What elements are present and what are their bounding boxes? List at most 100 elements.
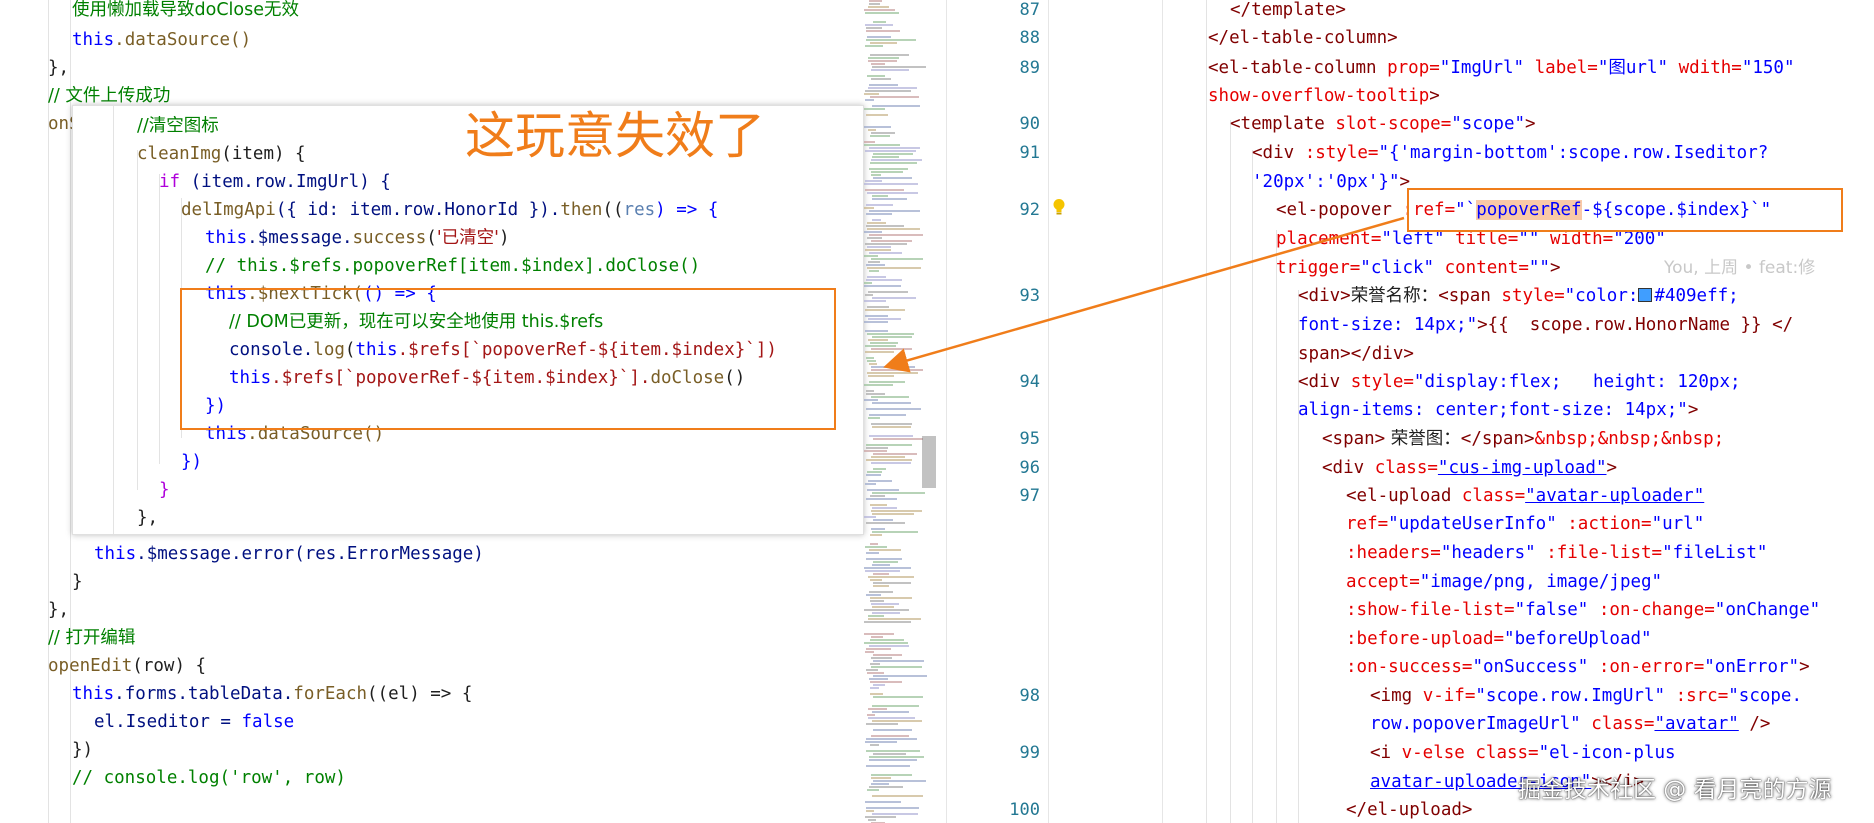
right-editor-pane[interactable]: </template> </el-table-column> <el-table…: [1190, 0, 1874, 823]
minimap-line: [867, 276, 886, 278]
line-number: 89: [1019, 58, 1040, 78]
line-number: 92: [1019, 200, 1040, 220]
minimap-line: [873, 675, 927, 677]
minimap-line: [868, 819, 876, 821]
minimap-line: [871, 528, 885, 530]
minimap-line: [868, 129, 876, 131]
minimap-line: [864, 282, 872, 284]
minimap-line: [865, 249, 891, 251]
code-line-honor-name: <div>荣誉名称：<span style="color: #409eff;: [1298, 286, 1739, 306]
minimap-line: [864, 144, 900, 146]
minimap-line: [868, 318, 901, 320]
minimap-line: [871, 603, 899, 605]
minimap-line: [869, 84, 898, 86]
minimap-line: [872, 219, 881, 221]
minimap-line: [864, 126, 891, 128]
line-number: 99: [1019, 743, 1040, 763]
minimap-line: [871, 78, 891, 80]
line-number: 96: [1019, 458, 1040, 478]
nexttick-highlight-box: [180, 288, 836, 430]
minimap-line: [866, 27, 882, 29]
minimap-line: [865, 546, 887, 548]
minimap-line: [866, 279, 902, 281]
minimap-line: [872, 336, 912, 338]
minimap-line: [865, 651, 874, 653]
minimap-line: [869, 678, 888, 680]
code-line: span></div>: [1298, 344, 1414, 364]
minimap-line: [868, 261, 880, 263]
code-comment-refs: // this.$refs.popoverRef[item.$index].do…: [205, 256, 701, 276]
minimap-line: [870, 495, 885, 497]
line-number: 91: [1019, 143, 1040, 163]
git-blame-annotation: You, 上周 • feat:修: [1664, 258, 1816, 278]
minimap-line: [872, 795, 923, 797]
minimap-line: [869, 3, 880, 5]
code-line: }: [159, 480, 170, 500]
minimap-line: [865, 816, 896, 818]
minimap-line: [873, 561, 898, 563]
minimap-line: [865, 180, 882, 182]
annotation-text: 这玩意失效了: [465, 107, 765, 165]
minimap-line: [865, 243, 907, 245]
minimap-line: [873, 696, 923, 698]
minimap-line: [871, 369, 923, 371]
minimap-line: [869, 786, 903, 788]
minimap-line: [866, 750, 920, 752]
minimap-line: [872, 198, 907, 200]
minimap-line: [868, 87, 917, 89]
minimap-line: [865, 309, 905, 311]
minimap[interactable]: [862, 0, 936, 823]
lightbulb-icon[interactable]: [1052, 198, 1066, 216]
minimap-line: [871, 258, 923, 260]
code-line: ref="updateUserInfo" :action="url": [1346, 514, 1705, 534]
minimap-line: [869, 0, 882, 2]
minimap-line: [865, 45, 883, 47]
minimap-line: [871, 774, 912, 776]
minimap-line: [865, 189, 904, 191]
color-swatch-icon: [1638, 288, 1653, 302]
minimap-line: [866, 498, 897, 500]
watermark: 掘金技术社区 @ 看月亮的方源: [1518, 777, 1832, 803]
minimap-line: [871, 69, 909, 71]
minimap-line: [873, 582, 911, 584]
minimap-line: [868, 615, 884, 617]
minimap-line: [871, 657, 892, 659]
line-number: 97: [1019, 486, 1040, 506]
minimap-line: [868, 480, 892, 482]
minimap-line: [868, 618, 921, 620]
minimap-viewport[interactable]: [922, 436, 936, 488]
minimap-line: [867, 489, 899, 491]
minimap-line: [871, 636, 883, 638]
minimap-line: [867, 267, 921, 269]
minimap-line: [870, 687, 879, 689]
minimap-line: [871, 348, 912, 350]
minimap-line: [869, 168, 908, 170]
minimap-line: [870, 681, 902, 683]
minimap-line: [872, 426, 911, 428]
line-number: 87: [1019, 0, 1040, 20]
minimap-line: [870, 54, 909, 56]
minimap-line: [866, 30, 900, 32]
minimap-line: [872, 720, 922, 722]
line-number: 100: [1009, 800, 1040, 820]
line-number-gutter: 87 88 89 90 91 92 93 94 95 96 97 98 99 1…: [940, 0, 1040, 823]
minimap-line: [869, 591, 893, 593]
minimap-line: [869, 759, 917, 761]
minimap-line: [865, 99, 874, 101]
minimap-line: [873, 573, 889, 575]
line-number: 90: [1019, 114, 1040, 134]
code-line: },: [48, 600, 70, 620]
minimap-line: [864, 285, 901, 287]
minimap-line: [867, 306, 889, 308]
minimap-line: [872, 612, 900, 614]
minimap-line: [865, 24, 893, 26]
minimap-line: [873, 585, 889, 587]
code-line: align-items: center;font-size: 14px;">: [1298, 400, 1699, 420]
minimap-line: [871, 666, 922, 668]
minimap-line: [872, 507, 897, 509]
minimap-line: [868, 708, 887, 710]
minimap-line: [867, 360, 876, 362]
minimap-line: [865, 345, 896, 347]
code-line: font-size: 14px;">{{ scope.row.HonorName…: [1298, 315, 1794, 335]
minimap-line: [866, 444, 912, 446]
